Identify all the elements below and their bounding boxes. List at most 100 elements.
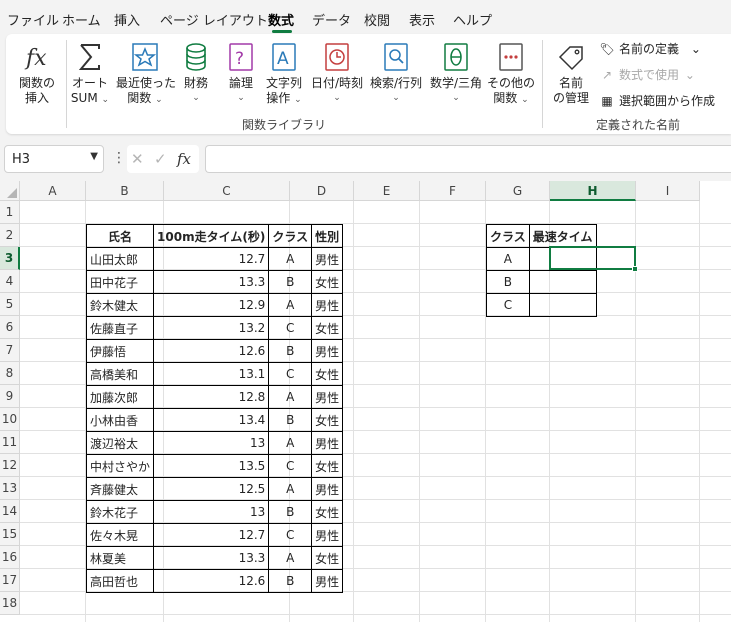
table-cell[interactable]: A xyxy=(268,477,313,501)
row-header-18[interactable]: 18 xyxy=(0,592,20,615)
table-cell[interactable]: B xyxy=(268,500,313,524)
table-cell[interactable]: 12.7 xyxy=(153,247,270,271)
column-header-b[interactable]: B xyxy=(86,181,164,201)
table-cell[interactable]: 斉藤健太 xyxy=(85,477,155,501)
table-cell[interactable]: A xyxy=(486,247,530,271)
table-cell[interactable]: 13.1 xyxy=(153,362,270,386)
datetime-button[interactable]: 日付/時刻 ⌄ xyxy=(308,38,366,114)
row-header-14[interactable]: 14 xyxy=(0,500,20,523)
table-cell[interactable]: B xyxy=(268,408,313,432)
lookup-button[interactable]: 検索/行列 ⌄ xyxy=(368,38,424,114)
table-cell[interactable]: 13 xyxy=(153,500,270,524)
table-cell[interactable]: 12.5 xyxy=(153,477,270,501)
text-button[interactable]: A 文字列 操作 ⌄ xyxy=(262,38,306,114)
use-in-formula-button[interactable]: ↗ 数式で使用 ⌄ xyxy=(598,66,695,86)
table-cell[interactable]: B xyxy=(268,339,313,363)
chevron-down-icon[interactable]: ▼ xyxy=(90,151,98,162)
table-cell[interactable]: 中村さやか xyxy=(85,454,155,478)
menu-formulas[interactable]: 数式 xyxy=(268,10,294,29)
table-cell[interactable]: 12.7 xyxy=(153,523,270,547)
column-header-c[interactable]: C xyxy=(164,181,290,201)
row-header-10[interactable]: 10 xyxy=(0,408,20,431)
table-cell[interactable]: 佐々木晃 xyxy=(85,523,155,547)
row-header-5[interactable]: 5 xyxy=(0,293,20,316)
table-header-cell[interactable]: クラス xyxy=(486,224,530,248)
table-cell[interactable]: 13.5 xyxy=(153,454,270,478)
enter-icon[interactable]: ✓ xyxy=(154,150,167,168)
table-cell[interactable]: 小林由香 xyxy=(85,408,155,432)
cancel-icon[interactable]: ✕ xyxy=(131,150,144,168)
table-cell[interactable]: 女性 xyxy=(311,316,344,340)
table-cell[interactable]: C xyxy=(268,454,313,478)
table-cell[interactable]: 高橋美和 xyxy=(85,362,155,386)
table-cell[interactable] xyxy=(528,247,597,271)
menu-home[interactable]: ホーム xyxy=(62,10,101,29)
math-button[interactable]: 数学/三角 ⌄ xyxy=(426,38,486,114)
column-header-f[interactable]: F xyxy=(420,181,486,201)
column-header-d[interactable]: D xyxy=(290,181,354,201)
row-header-16[interactable]: 16 xyxy=(0,546,20,569)
table-cell[interactable]: 女性 xyxy=(311,546,344,570)
table-cell[interactable]: C xyxy=(268,523,313,547)
row-header-2[interactable]: 2 xyxy=(0,224,20,247)
table-cell[interactable]: 男性 xyxy=(311,431,344,455)
table-cell[interactable]: 男性 xyxy=(311,339,344,363)
recently-used-button[interactable]: 最近使った 関数 ⌄ xyxy=(116,38,176,114)
table-cell[interactable]: 鈴木花子 xyxy=(85,500,155,524)
table-cell[interactable]: A xyxy=(268,293,313,317)
row-header-1[interactable]: 1 xyxy=(0,201,20,224)
table-cell[interactable]: 男性 xyxy=(311,569,344,593)
create-from-selection-button[interactable]: ▦ 選択範囲から作成 xyxy=(598,92,715,112)
row-header-4[interactable]: 4 xyxy=(0,270,20,293)
row-header-8[interactable]: 8 xyxy=(0,362,20,385)
table-cell[interactable]: C xyxy=(486,293,530,317)
table-cell[interactable]: C xyxy=(268,362,313,386)
column-header-h[interactable]: H xyxy=(550,181,636,201)
row-header-15[interactable]: 15 xyxy=(0,523,20,546)
menu-data[interactable]: データ xyxy=(312,10,351,29)
table-cell[interactable]: A xyxy=(268,247,313,271)
table-cell[interactable]: 女性 xyxy=(311,408,344,432)
table-cell[interactable] xyxy=(528,270,597,294)
table-cell[interactable]: 佐藤直子 xyxy=(85,316,155,340)
table-cell[interactable]: 渡辺裕太 xyxy=(85,431,155,455)
column-header-g[interactable]: G xyxy=(486,181,550,201)
row-header-13[interactable]: 13 xyxy=(0,477,20,500)
name-manager-button[interactable]: 名前 の管理 xyxy=(546,38,596,114)
column-header-e[interactable]: E xyxy=(354,181,420,201)
table-cell[interactable]: A xyxy=(268,431,313,455)
table-cell[interactable]: C xyxy=(268,316,313,340)
table-cell[interactable]: 女性 xyxy=(311,500,344,524)
table-cell[interactable]: 12.8 xyxy=(153,385,270,409)
table-cell[interactable]: A xyxy=(268,385,313,409)
row-header-9[interactable]: 9 xyxy=(0,385,20,408)
table-cell[interactable]: B xyxy=(268,270,313,294)
logical-button[interactable]: ? 論理 ⌄ xyxy=(224,38,258,114)
table-cell[interactable]: 12.6 xyxy=(153,569,270,593)
table-cell[interactable]: 加藤次郎 xyxy=(85,385,155,409)
table-header-cell[interactable]: 100m走タイム(秒) xyxy=(153,224,270,248)
table-header-cell[interactable]: 最速タイム xyxy=(528,224,597,248)
table-cell[interactable]: 男性 xyxy=(311,385,344,409)
table-cell[interactable]: 男性 xyxy=(311,247,344,271)
menu-review[interactable]: 校閲 xyxy=(364,10,390,29)
autosum-button[interactable]: オート SUM ⌄ xyxy=(68,38,112,114)
table-cell[interactable]: 12.9 xyxy=(153,293,270,317)
define-name-button[interactable]: 🏷 名前の定義 ⌄ xyxy=(598,40,701,60)
menu-insert[interactable]: 挿入 xyxy=(114,10,140,29)
menu-view[interactable]: 表示 xyxy=(409,10,435,29)
row-header-3[interactable]: 3 xyxy=(0,247,20,270)
table-cell[interactable]: 13.3 xyxy=(153,546,270,570)
fill-handle[interactable] xyxy=(632,266,638,272)
table-cell[interactable]: 男性 xyxy=(311,293,344,317)
table-cell[interactable]: 伊藤悟 xyxy=(85,339,155,363)
row-header-7[interactable]: 7 xyxy=(0,339,20,362)
table-cell[interactable]: 高田哲也 xyxy=(85,569,155,593)
table-cell[interactable]: 13 xyxy=(153,431,270,455)
more-functions-button[interactable]: その他の 関数 ⌄ xyxy=(486,38,536,114)
table-cell[interactable]: A xyxy=(268,546,313,570)
table-cell[interactable]: 男性 xyxy=(311,477,344,501)
column-header-a[interactable]: A xyxy=(20,181,86,201)
table-cell[interactable]: 田中花子 xyxy=(85,270,155,294)
formula-input[interactable] xyxy=(205,145,731,173)
